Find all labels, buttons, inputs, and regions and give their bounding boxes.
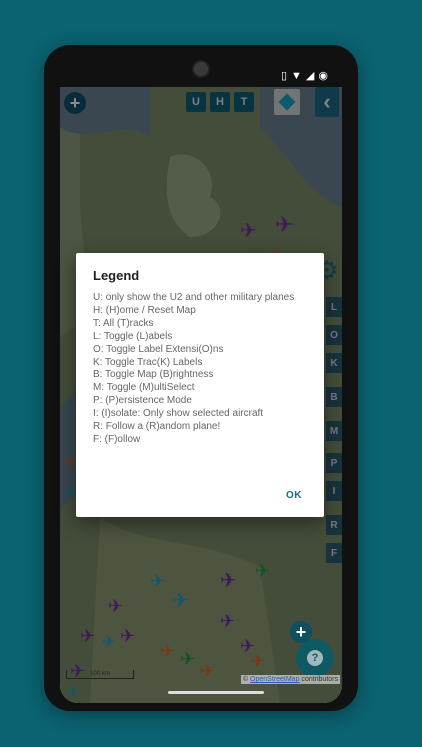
camera-icon	[192, 60, 210, 78]
legend-item: L: Toggle (L)abels	[93, 330, 173, 342]
legend-item: K: Toggle Trac(K) Labels	[93, 356, 203, 368]
battery-icon: ◉	[318, 70, 328, 82]
attribution-suffix: contributors	[301, 676, 338, 683]
signal-icon: ◢	[305, 70, 315, 82]
plus-icon: +	[295, 622, 307, 642]
question-icon: ?	[307, 650, 323, 666]
legend-item: I: (I)solate: Only show selected aircraf…	[93, 408, 264, 420]
legend-list: U: only show the U2 and other military p…	[93, 292, 307, 447]
legend-item: B: Toggle Map (B)rightness	[93, 369, 214, 381]
legend-item: U: only show the U2 and other military p…	[93, 292, 295, 303]
attribution-prefix: ©	[242, 676, 249, 683]
legend-item: F: (F)ollow	[93, 433, 141, 445]
map-attribution: © OpenStreetMap contributors	[240, 675, 340, 684]
openstreetmap-link[interactable]: OpenStreetMap	[250, 676, 299, 683]
legend-item: H: (H)ome / Reset Map	[93, 304, 196, 316]
legend-item: P: (P)ersistence Mode	[93, 395, 192, 407]
status-bar: ▯ ▼ ◢ ◉	[280, 69, 328, 83]
vibrate-icon: ▯	[280, 70, 288, 82]
home-indicator[interactable]	[168, 691, 264, 694]
legend-dialog: Legend U: only show the U2 and other mil…	[76, 253, 324, 517]
ok-button[interactable]: OK	[286, 490, 302, 501]
legend-item: T: All (T)racks	[93, 317, 154, 329]
legend-item: O: Toggle Label Extensi(O)ns	[93, 343, 224, 355]
legend-item: M: Toggle (M)ultiSelect	[93, 382, 195, 394]
map-scale-bar: 100 km	[66, 670, 134, 679]
help-button[interactable]: ?	[296, 639, 334, 677]
wifi-icon: ▼	[291, 69, 302, 82]
legend-item: R: Follow a (R)andom plane!	[93, 421, 221, 433]
dialog-title: Legend	[93, 268, 140, 283]
